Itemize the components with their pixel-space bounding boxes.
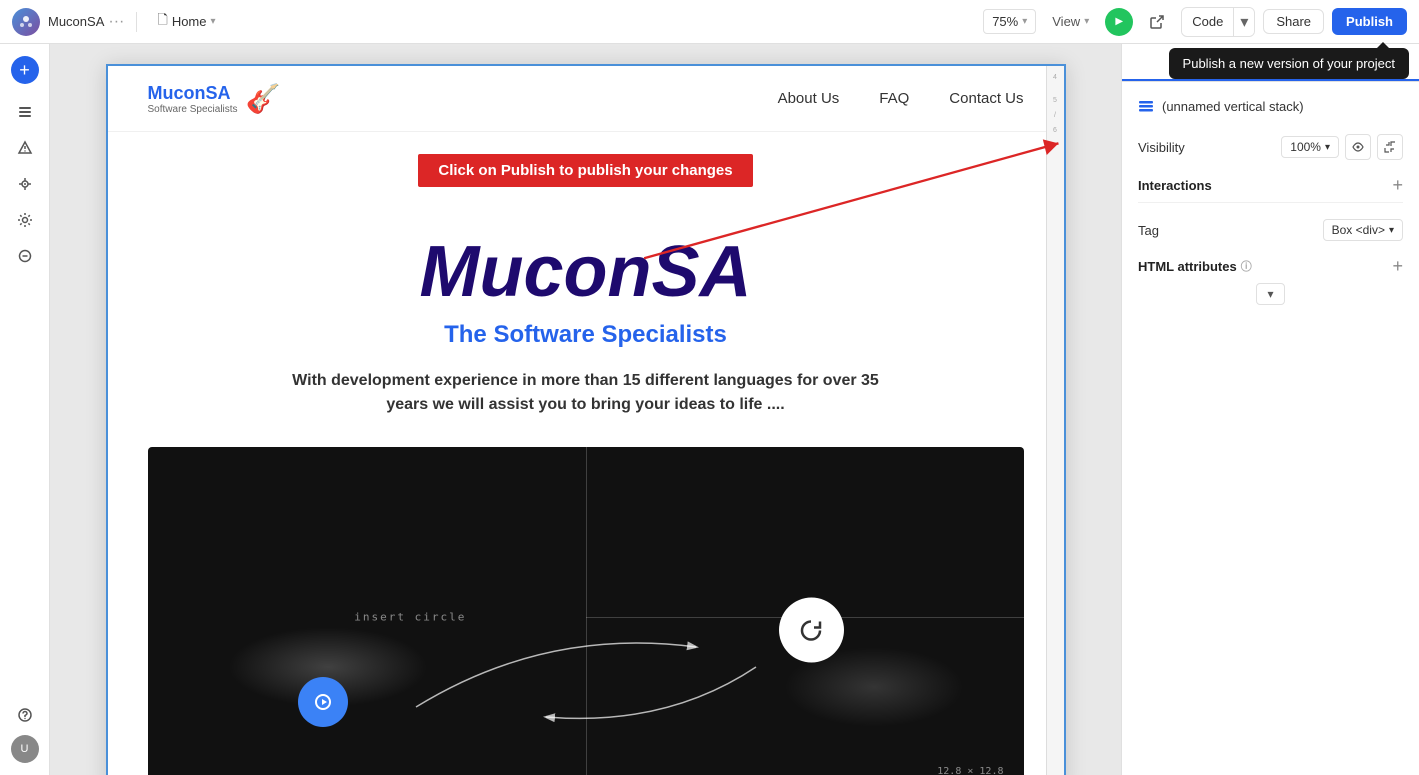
interactions-title: Interactions — [1138, 178, 1212, 193]
publish-button[interactable]: Publish — [1332, 8, 1407, 35]
sidebar-warning-icon[interactable] — [9, 132, 41, 164]
video-inner: insert circle — [148, 447, 1024, 775]
tag-row: Tag Box <div> ▾ — [1138, 219, 1403, 241]
visibility-eye-button[interactable] — [1345, 134, 1371, 160]
canvas-area[interactable]: 45/6 MuconSA Software Specialists 🎸 Abou… — [50, 44, 1121, 775]
visibility-chevron-icon: ▾ — [1325, 142, 1330, 153]
avatar-text: U — [21, 743, 29, 755]
html-attributes-row: HTML attributes ⓘ + — [1138, 257, 1403, 275]
page-selector[interactable]: 🗋 Home ▾ — [149, 7, 223, 37]
visibility-value: 100% — [1290, 140, 1321, 154]
sidebar-components-icon[interactable] — [9, 168, 41, 200]
html-expand-button[interactable]: ▾ — [1256, 283, 1284, 305]
code-group: Code ▾ — [1181, 7, 1255, 37]
play-icon: ▶ — [1115, 16, 1123, 27]
nav-contact-us[interactable]: Contact Us — [949, 90, 1023, 107]
left-sidebar: + U — [0, 44, 50, 775]
html-add-button[interactable]: + — [1392, 257, 1403, 275]
guitar-decoration: 🎸 — [246, 82, 281, 115]
visibility-label: Visibility — [1138, 140, 1185, 155]
html-label: HTML attributes ⓘ — [1138, 258, 1252, 274]
topbar: MuconSA ··· 🗋 Home ▾ 75% ▾ View ▾ ▶ Code… — [0, 0, 1419, 44]
tag-label: Tag — [1138, 223, 1159, 238]
code-chevron-icon[interactable]: ▾ — [1233, 8, 1254, 36]
panel-body: (unnamed vertical stack) Visibility 100%… — [1122, 82, 1419, 775]
user-avatar[interactable]: U — [11, 735, 39, 763]
white-circle[interactable] — [779, 598, 844, 663]
hero-description: With development experience in more than… — [286, 369, 886, 417]
html-expand-row: ▾ — [1138, 283, 1403, 305]
blue-circle[interactable] — [298, 677, 348, 727]
zoom-chevron-icon: ▾ — [1022, 16, 1027, 27]
share-button[interactable]: Share — [1263, 9, 1324, 34]
plus-icon: + — [19, 60, 30, 81]
tag-value: Box <div> — [1332, 223, 1385, 237]
publish-tooltip: Publish a new version of your project — [1169, 48, 1409, 79]
tag-dropdown[interactable]: Box <div> ▾ — [1323, 219, 1403, 241]
canvas-ruler: 45/6 — [1046, 66, 1064, 775]
visibility-dropdown[interactable]: 100% ▾ — [1281, 136, 1339, 158]
website-canvas[interactable]: 45/6 MuconSA Software Specialists 🎸 Abou… — [106, 64, 1066, 775]
add-element-button[interactable]: + — [11, 56, 39, 84]
visibility-controls: 100% ▾ — [1281, 134, 1403, 160]
stack-icon — [1138, 98, 1154, 114]
site-nav: About Us FAQ Contact Us — [778, 90, 1024, 107]
size-label: 12.8 × 12.8 — [937, 766, 1003, 775]
stack-info: (unnamed vertical stack) — [1138, 98, 1304, 114]
page-icon: 🗋 — [157, 11, 167, 33]
publish-banner-text: Click on Publish to publish your changes — [438, 162, 732, 179]
interactions-add-button[interactable]: + — [1392, 176, 1403, 194]
view-button[interactable]: View ▾ — [1044, 10, 1097, 33]
site-logo: MuconSA Software Specialists 🎸 — [148, 82, 281, 115]
publish-banner-wrapper: Click on Publish to publish your changes — [108, 144, 1064, 197]
sidebar-settings-icon[interactable] — [9, 204, 41, 236]
nav-about-us[interactable]: About Us — [778, 90, 840, 107]
app-logo — [12, 8, 40, 36]
main-layout: + U — [0, 44, 1419, 775]
page-chevron-icon: ▾ — [211, 16, 216, 27]
visibility-expand-button[interactable] — [1377, 134, 1403, 160]
site-logo-sub: Software Specialists — [148, 104, 238, 115]
share-icon-button[interactable] — [1141, 10, 1173, 34]
sidebar-bottom: U — [9, 699, 41, 763]
tag-chevron-icon: ▾ — [1389, 225, 1394, 236]
logo-text-area: MuconSA Software Specialists — [148, 83, 238, 115]
html-label-text: HTML attributes — [1138, 259, 1237, 274]
zoom-level-label: 75% — [992, 14, 1018, 29]
hero-subtitle: The Software Specialists — [444, 321, 727, 349]
nav-faq[interactable]: FAQ — [879, 90, 909, 107]
right-panel: Settings (unnamed vertical stack) Visibi… — [1121, 44, 1419, 775]
html-info-icon: ⓘ — [1241, 258, 1252, 274]
video-area[interactable]: insert circle — [148, 447, 1024, 775]
interactions-section-header: Interactions + — [1138, 176, 1403, 203]
view-chevron-icon: ▾ — [1084, 16, 1089, 27]
stack-label: (unnamed vertical stack) — [1162, 99, 1304, 114]
visibility-row: Visibility 100% ▾ — [1138, 134, 1403, 160]
expand-icon: ▾ — [1267, 287, 1273, 301]
project-name[interactable]: MuconSA ··· — [48, 13, 124, 31]
view-label: View — [1052, 14, 1080, 29]
publish-tooltip-text: Publish a new version of your project — [1183, 56, 1395, 71]
video-insert-label: insert circle — [354, 611, 466, 624]
publish-banner: Click on Publish to publish your changes — [418, 154, 752, 187]
page-name-label: Home — [172, 14, 207, 29]
sidebar-layers-icon[interactable] — [9, 96, 41, 128]
zoom-control[interactable]: 75% ▾ — [983, 9, 1036, 34]
site-logo-name: MuconSA — [148, 83, 238, 104]
project-name-label: MuconSA — [48, 14, 104, 29]
separator — [136, 12, 137, 32]
code-label[interactable]: Code — [1182, 10, 1233, 33]
sidebar-close-icon[interactable] — [9, 240, 41, 272]
help-icon[interactable] — [9, 699, 41, 731]
project-menu-dots[interactable]: ··· — [108, 13, 124, 31]
site-hero: MuconSA The Software Specialists With de… — [108, 201, 1064, 437]
preview-play-button[interactable]: ▶ — [1105, 8, 1133, 36]
stack-element-row: (unnamed vertical stack) — [1138, 98, 1403, 114]
site-header: MuconSA Software Specialists 🎸 About Us … — [108, 66, 1064, 132]
hero-title: MuconSA — [420, 231, 752, 313]
